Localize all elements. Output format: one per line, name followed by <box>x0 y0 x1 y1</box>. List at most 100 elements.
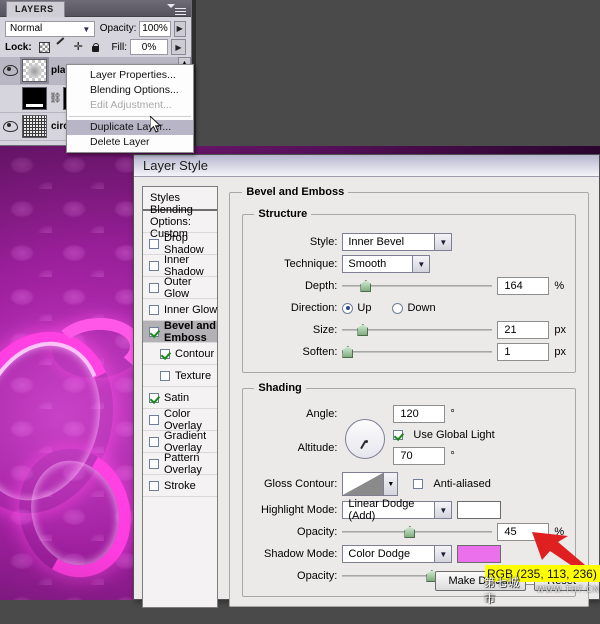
checkbox-outer-glow[interactable] <box>149 282 159 293</box>
checkbox-inner-glow[interactable] <box>149 304 159 315</box>
gloss-contour-swatch[interactable] <box>342 472 385 496</box>
soften-row: Soften: 1 px <box>252 341 566 363</box>
layer-thumbnail[interactable] <box>22 115 47 138</box>
slider-handle[interactable] <box>357 324 369 336</box>
lock-all-icon[interactable] <box>90 42 101 53</box>
opacity-input[interactable]: 100% <box>139 20 171 37</box>
depth-slider[interactable] <box>342 277 493 295</box>
style-label: Inner Shadow <box>164 253 204 278</box>
radio-up[interactable] <box>342 302 354 314</box>
shadow-color-swatch[interactable] <box>457 545 502 563</box>
fill-label: Fill: <box>111 41 127 53</box>
menu-item-duplicate-layer[interactable]: Duplicate Layer... <box>67 120 193 135</box>
highlight-opacity-row: Opacity: 45 % <box>252 521 566 543</box>
checkbox-anti-aliased[interactable] <box>413 479 424 489</box>
depth-label: Depth: <box>304 280 338 292</box>
tab-layers[interactable]: LAYERS <box>6 1 65 17</box>
depth-row: Depth: 164 % <box>252 275 566 297</box>
highlight-mode-row: Highlight Mode: Linear Dodge (Add) ▼ <box>252 498 566 522</box>
chevron-down-icon: ▼ <box>412 256 430 272</box>
lock-transparent-pixels-icon[interactable] <box>38 41 50 53</box>
technique-select[interactable]: Smooth ▼ <box>342 255 431 273</box>
chevron-down-icon: ▼ <box>434 234 452 250</box>
menu-item-layer-properties[interactable]: Layer Properties... <box>67 68 193 83</box>
checkbox-color-overlay[interactable] <box>149 414 159 425</box>
checkbox-stroke[interactable] <box>149 480 159 491</box>
slider-handle[interactable] <box>360 280 372 292</box>
slider-handle[interactable] <box>404 526 416 538</box>
soften-slider[interactable] <box>342 343 493 361</box>
style-item-inner-glow[interactable]: Inner Glow <box>143 299 218 321</box>
lock-label: Lock: <box>5 41 32 53</box>
checkbox-pattern-overlay[interactable] <box>149 458 159 469</box>
angle-input[interactable]: 120 <box>393 405 446 423</box>
size-label: Size: <box>312 324 338 336</box>
altitude-degree-unit: ° <box>450 450 455 462</box>
radio-down[interactable] <box>392 302 404 314</box>
checkbox-satin[interactable] <box>149 392 159 403</box>
menu-item-delete-layer[interactable]: Delete Layer <box>67 135 193 150</box>
styles-list: Styles Blending Options: Custom Drop Sha… <box>142 186 219 608</box>
opacity-stepper-button[interactable]: ▶ <box>173 20 186 37</box>
depth-input[interactable]: 164 <box>497 277 550 295</box>
style-label: Outer Glow <box>164 275 192 300</box>
technique-row: Technique: Smooth ▼ <box>252 253 566 275</box>
style-item-texture[interactable]: Texture <box>143 365 218 387</box>
layer-link-icon[interactable]: ⛓ <box>49 93 62 104</box>
style-item-satin[interactable]: Satin <box>143 387 218 409</box>
angle-dial[interactable] <box>345 419 386 459</box>
checkbox-drop-shadow[interactable] <box>149 238 159 249</box>
blend-mode-value: Normal <box>10 23 43 34</box>
fill-input[interactable]: 0% <box>130 39 168 55</box>
angle-label: Angle: <box>306 408 338 420</box>
style-label: Pattern Overlay <box>164 451 202 476</box>
bevel-style-select[interactable]: Inner Bevel ▼ <box>342 233 453 251</box>
checkbox-bevel-and-emboss[interactable] <box>149 326 159 337</box>
style-item-bevel-and-emboss[interactable]: Bevel and Emboss <box>143 320 218 344</box>
style-item-stroke[interactable]: Stroke <box>143 475 218 497</box>
layer-thumbnail[interactable] <box>20 57 49 84</box>
lock-image-pixels-icon[interactable] <box>56 42 67 53</box>
layer-visibility-toggle[interactable] <box>0 64 19 77</box>
style-item-inner-shadow[interactable]: Inner Shadow <box>143 253 218 278</box>
checkbox-inner-shadow[interactable] <box>149 260 159 271</box>
blend-mode-row: Normal ▼ Opacity: 100% ▶ <box>0 17 191 37</box>
shadow-mode-select[interactable]: Color Dodge ▼ <box>342 545 453 563</box>
opacity-label: Opacity: <box>99 23 137 34</box>
altitude-input[interactable]: 70 <box>393 447 446 465</box>
layer-context-menu: Layer Properties... Blending Options... … <box>66 64 194 153</box>
highlight-mode-value: Linear Dodge (Add) <box>348 498 415 522</box>
style-item-pattern-overlay[interactable]: Pattern Overlay <box>143 451 218 476</box>
checkbox-texture[interactable] <box>160 370 170 381</box>
size-input[interactable]: 21 <box>497 321 550 339</box>
direction-up-option[interactable]: Up <box>342 302 371 314</box>
highlight-color-swatch[interactable] <box>457 501 502 519</box>
style-item-color-overlay[interactable]: Color Overlay <box>143 407 218 432</box>
menu-item-blending-options[interactable]: Blending Options... <box>67 83 193 98</box>
checkbox-gradient-overlay[interactable] <box>149 436 159 447</box>
slider-handle[interactable] <box>342 346 354 358</box>
chevron-down-icon[interactable]: ▼ <box>384 472 399 496</box>
direction-down-option[interactable]: Down <box>392 302 436 314</box>
checkbox-use-global-light[interactable] <box>393 430 404 440</box>
style-label: Satin <box>164 391 190 404</box>
highlight-mode-select[interactable]: Linear Dodge (Add) ▼ <box>342 498 453 522</box>
style-row: Style: Inner Bevel ▼ <box>252 231 566 253</box>
style-item-contour[interactable]: Contour <box>143 343 218 365</box>
highlight-opacity-slider[interactable] <box>342 523 493 541</box>
layer-visibility-toggle[interactable] <box>0 120 19 133</box>
lock-position-icon[interactable]: ✛ <box>73 41 84 53</box>
layer-thumbnail[interactable] <box>22 87 47 110</box>
panel-menu-icon[interactable] <box>171 3 187 15</box>
style-label: Color Overlay <box>164 407 202 432</box>
direction-up-label: Up <box>357 302 372 314</box>
eye-icon <box>3 64 18 76</box>
fill-stepper-button[interactable]: ▶ <box>171 39 186 55</box>
style-item-outer-glow[interactable]: Outer Glow <box>143 275 218 300</box>
checkbox-contour[interactable] <box>160 348 170 359</box>
style-item-gradient-overlay[interactable]: Gradient Overlay <box>143 430 218 454</box>
size-slider[interactable] <box>342 321 493 339</box>
soften-input[interactable]: 1 <box>497 343 550 361</box>
blend-mode-select[interactable]: Normal ▼ <box>5 20 95 37</box>
style-item-blending-options[interactable]: Blending Options: Custom <box>143 204 218 240</box>
